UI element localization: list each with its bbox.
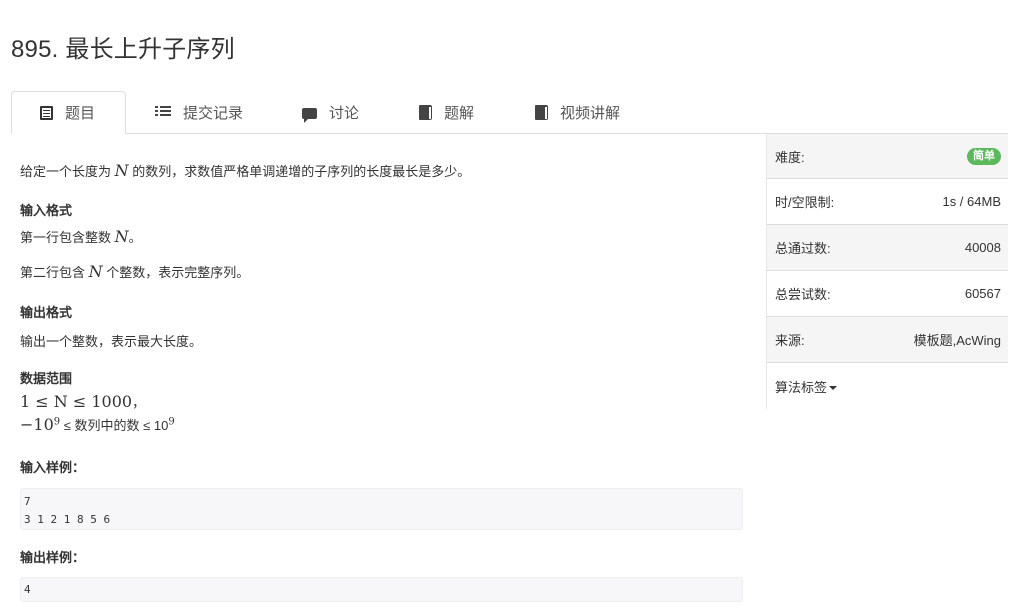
tab-label: 讨论 [329, 104, 360, 122]
sample-input-heading: 输入样例： [20, 460, 86, 475]
sample-output-heading: 输出样例： [20, 550, 86, 565]
comment-icon [302, 107, 317, 123]
book-icon [419, 104, 432, 120]
data-range-line2: −109 ≤ 数列中的数 ≤ 109 [20, 415, 175, 434]
tab-problem[interactable]: 题目 [11, 91, 126, 134]
tab-submissions[interactable]: 提交记录 [155, 91, 243, 133]
problem-info-sidebar: 难度: 简单 时/空限制: 1s / 64MB 总通过数: 40008 总尝试数… [766, 133, 1008, 409]
tab-label: 题目 [65, 105, 96, 122]
tab-label: 题解 [444, 104, 475, 122]
tags-dropdown[interactable]: 算法标签 [775, 377, 838, 396]
data-range-line1: 1 ≤ N ≤ 1000， [20, 392, 146, 411]
input-format-line1: 第一行包含整数 N。 [20, 227, 142, 246]
passed-label: 总通过数: [775, 241, 831, 256]
difficulty-label: 难度: [775, 149, 805, 165]
caret-down-icon [829, 386, 838, 391]
book-icon [535, 104, 548, 120]
difficulty-row: 难度: 简单 [766, 133, 1008, 179]
tab-discussion[interactable]: 讨论 [302, 91, 359, 133]
tags-row: 算法标签 [766, 363, 1008, 409]
source-row: 来源: 模板题,AcWing [766, 317, 1008, 363]
output-format-line: 输出一个整数，表示最大长度。 [20, 334, 203, 349]
limit-value: 1s / 64MB [942, 194, 1001, 209]
passed-value: 40008 [964, 240, 1001, 255]
problem-description: 给定一个长度为 N 的数列，求数值严格单调递增的子序列的长度最长是多少。 [20, 161, 471, 180]
page-title: 895. 最长上升子序列 [11, 36, 235, 63]
tab-label: 视频讲解 [560, 104, 621, 122]
input-format-heading: 输入格式 [20, 203, 73, 218]
tried-label: 总尝试数: [775, 287, 831, 302]
input-format-line2: 第二行包含 N 个整数，表示完整序列。 [20, 262, 250, 281]
tried-value: 60567 [964, 286, 1001, 301]
tab-solutions[interactable]: 题解 [419, 91, 474, 133]
sample-output-box[interactable]: 4 [20, 577, 743, 602]
sample-input-box[interactable]: 7 3 1 2 1 8 5 6 [20, 488, 743, 530]
output-format-heading: 输出格式 [20, 305, 73, 320]
passed-row: 总通过数: 40008 [766, 225, 1008, 271]
tags-label: 算法标签 [775, 379, 828, 395]
tab-video[interactable]: 视频讲解 [535, 91, 620, 133]
limit-row: 时/空限制: 1s / 64MB [766, 179, 1008, 225]
data-range-heading: 数据范围 [20, 371, 73, 386]
tab-label: 提交记录 [183, 104, 244, 122]
tried-row: 总尝试数: 60567 [766, 271, 1008, 317]
source-label: 来源: [775, 333, 805, 348]
limit-label: 时/空限制: [775, 195, 835, 210]
document-icon [40, 105, 53, 120]
list-icon [155, 104, 171, 120]
difficulty-badge: 简单 [967, 147, 1001, 165]
source-value: 模板题,AcWing [913, 333, 1001, 348]
problem-tabs: 题目 提交记录 讨论 题解 视频讲解 [11, 91, 1008, 134]
